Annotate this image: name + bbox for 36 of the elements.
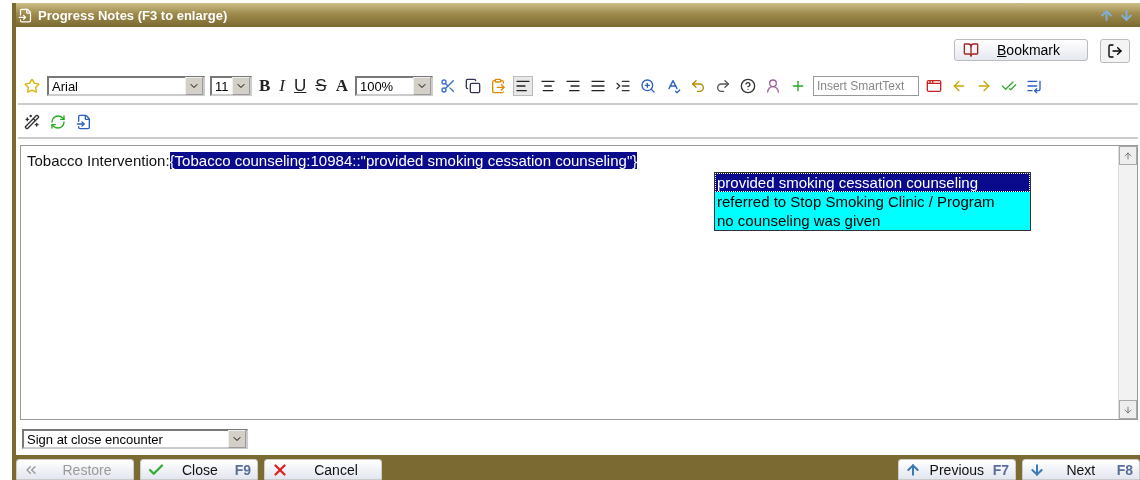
bookmark-button[interactable]: Bookmark: [954, 39, 1088, 61]
bold-format-button[interactable]: B: [257, 76, 273, 96]
sign-select[interactable]: Sign at close encounter: [22, 429, 248, 449]
exit-button[interactable]: [1100, 39, 1130, 63]
font-select[interactable]: Arial: [47, 76, 205, 96]
exit-icon: [1107, 43, 1123, 59]
arrow-down-icon: [1123, 404, 1133, 415]
align-left-button[interactable]: [512, 76, 533, 96]
scrollbar[interactable]: [1118, 146, 1137, 419]
option-item[interactable]: no counseling was given: [715, 211, 1030, 230]
color-format-button[interactable]: A: [333, 76, 350, 96]
italic-format-button[interactable]: I: [277, 76, 287, 96]
shortcut-key: F9: [234, 461, 251, 478]
previous-button[interactable]: Previous F7: [898, 459, 1016, 480]
shortcut-key: F8: [1116, 461, 1133, 478]
note-editor[interactable]: Tobacco Intervention:{Tobacco counseling:10984::"provided smoking cessation counseling"} provided smoking cessation counseling referred to Stop Smoking Clinic / Program no counseling was given: [20, 145, 1138, 420]
smarttext-field[interactable]: Insert SmartText: [812, 76, 919, 96]
smart-field[interactable]: {Tobacco counseling:10984::"provided smoking cessation counseling"}: [169, 152, 638, 169]
window-title: Progress Notes (F3 to enlarge): [38, 7, 229, 23]
cancel-button[interactable]: Cancel: [264, 459, 382, 480]
option-item[interactable]: provided smoking cessation counseling: [715, 173, 1030, 192]
note-label: Tobacco Intervention:: [27, 152, 170, 169]
close-button[interactable]: Close F9: [140, 459, 258, 480]
book-icon: [963, 42, 979, 58]
shortcut-key: F7: [992, 461, 1009, 478]
size-select[interactable]: 11: [210, 76, 252, 96]
arrow-up-icon: [1123, 150, 1133, 161]
underline-format-button[interactable]: U: [292, 76, 309, 96]
arrow-up-icon: [905, 461, 921, 478]
wand-button[interactable]: [22, 112, 42, 132]
next-button[interactable]: Next F8: [1022, 459, 1140, 480]
strike-format-button[interactable]: S: [313, 76, 329, 96]
star-button[interactable]: [22, 76, 42, 96]
option-item[interactable]: referred to Stop Smoking Clinic / Program: [715, 192, 1030, 211]
refresh-button[interactable]: [48, 112, 68, 132]
zoom-select[interactable]: 100%: [354, 76, 433, 96]
